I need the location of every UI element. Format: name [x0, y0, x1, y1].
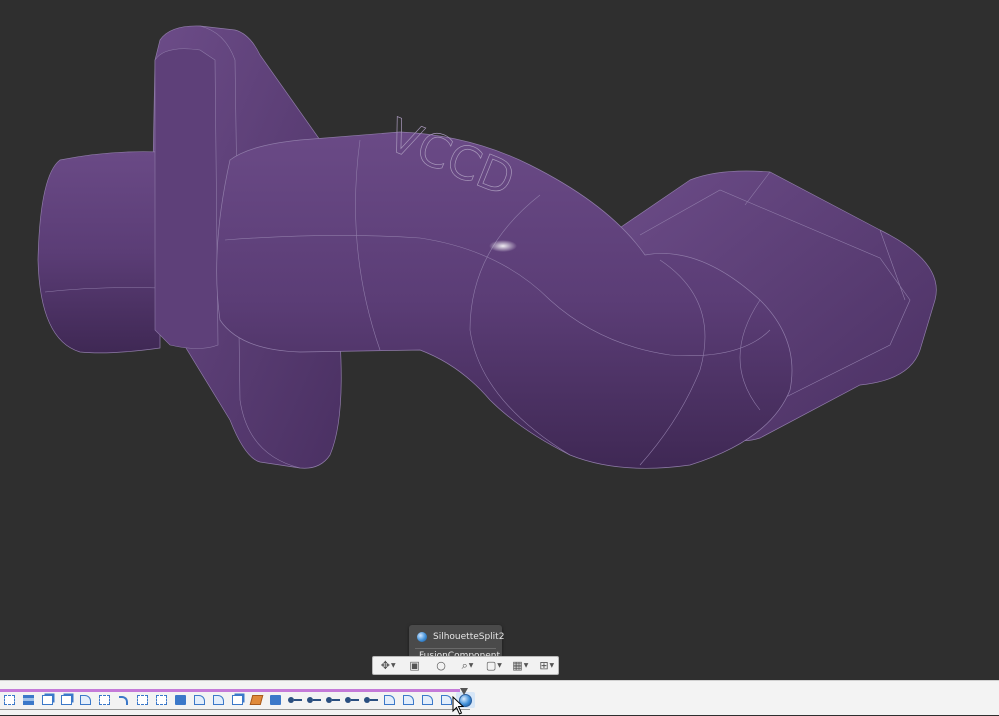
display-settings-icon: ▢ — [485, 659, 497, 672]
timeline-playhead[interactable] — [460, 688, 468, 695]
pan-icon: ○ — [436, 659, 446, 672]
split-icon — [288, 697, 302, 703]
timeline-feature[interactable] — [266, 692, 285, 708]
3d-viewport[interactable]: VCCD — [0, 0, 999, 680]
split-icon — [364, 697, 378, 703]
extrude-icon — [175, 695, 186, 705]
plane-icon — [23, 695, 34, 705]
sketch-icon — [4, 695, 15, 705]
mouse-cursor-icon — [452, 696, 465, 715]
pan-button[interactable]: ○ — [430, 658, 452, 673]
display-settings-button[interactable]: ▢ ▼ — [483, 658, 505, 673]
left-pipe-stub — [37, 151, 161, 354]
tooltip-feature-name: SilhouetteSplit2 — [433, 632, 505, 642]
timeline-feature[interactable] — [380, 692, 399, 708]
timeline-feature[interactable] — [38, 692, 57, 708]
sweep-icon — [119, 695, 128, 705]
box-icon — [42, 695, 53, 705]
zoom-button[interactable]: ⌕ ▼ — [456, 658, 478, 673]
timeline-feature[interactable] — [247, 692, 266, 708]
timeline-feature[interactable] — [399, 692, 418, 708]
timeline-ruler — [0, 709, 470, 710]
grid-icon: ▦ — [512, 659, 523, 672]
timeline-feature[interactable] — [76, 692, 95, 708]
timeline-feature[interactable] — [0, 692, 19, 708]
timeline-feature[interactable] — [285, 692, 304, 708]
zoom-icon: ⌕ — [461, 658, 468, 672]
timeline-feature[interactable] — [304, 692, 323, 708]
viewports-icon: ⊞ — [539, 659, 549, 672]
fillet-icon — [194, 695, 205, 705]
fillet-icon — [422, 695, 433, 705]
box-icon — [61, 695, 72, 705]
silhouette-split-icon — [417, 632, 427, 642]
viewports-button[interactable]: ⊞ ▼ — [536, 658, 558, 673]
timeline-feature[interactable] — [209, 692, 228, 708]
combine-icon — [270, 695, 281, 705]
timeline-feature[interactable] — [361, 692, 380, 708]
timeline-feature[interactable] — [95, 692, 114, 708]
look-at-button[interactable]: ▣ — [403, 658, 425, 673]
navigation-bar: ✥ ▼ ▣ ○ ⌕ ▼ ▢ ▼ ▦ ▼ ⊞ ▼ — [372, 656, 559, 675]
fillet-icon — [441, 695, 452, 705]
sketch-icon — [99, 695, 110, 705]
timeline-feature[interactable] — [171, 692, 190, 708]
grid-button[interactable]: ▦ ▼ — [509, 658, 531, 673]
design-timeline — [0, 680, 999, 715]
timeline-feature[interactable] — [190, 692, 209, 708]
timeline-feature[interactable] — [133, 692, 152, 708]
timeline-feature[interactable] — [342, 692, 361, 708]
timeline-feature[interactable] — [114, 692, 133, 708]
look-at-icon: ▣ — [409, 659, 420, 672]
emboss-icon — [232, 695, 243, 705]
timeline-feature[interactable] — [323, 692, 342, 708]
shell-icon — [213, 695, 224, 705]
split-icon — [345, 697, 359, 703]
timeline-feature[interactable] — [228, 692, 247, 708]
timeline-feature[interactable] — [57, 692, 76, 708]
split-icon — [326, 697, 340, 703]
move-icon — [137, 695, 148, 705]
fillet-icon — [384, 695, 395, 705]
fillet-icon — [403, 695, 414, 705]
sketch-icon — [156, 695, 167, 705]
split-icon — [307, 697, 321, 703]
timeline-features — [0, 692, 475, 708]
timeline-feature[interactable] — [19, 692, 38, 708]
pipe-model[interactable]: VCCD — [0, 0, 999, 680]
orbit-button[interactable]: ✥ ▼ — [377, 658, 399, 673]
orbit-icon: ✥ — [380, 659, 390, 672]
layers-icon — [249, 695, 264, 705]
timeline-feature[interactable] — [418, 692, 437, 708]
fillet-icon — [80, 695, 91, 705]
timeline-feature[interactable] — [152, 692, 171, 708]
